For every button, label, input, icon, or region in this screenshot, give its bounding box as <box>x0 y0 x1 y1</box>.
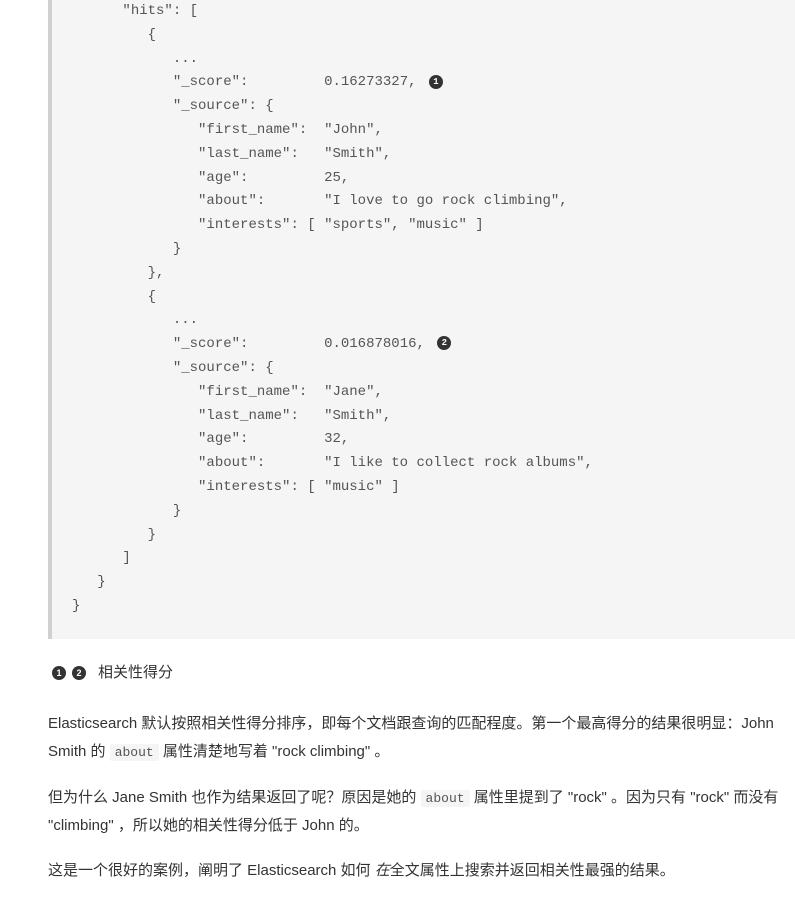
inline-code-about: about <box>421 790 470 807</box>
legend-text: 相关性得分 <box>98 659 173 687</box>
code-text: "Smith", <box>324 146 391 162</box>
code-text: "_score": <box>173 336 249 352</box>
code-block: "hits": [ { ... "_score": 0.16273327, 1 … <box>48 0 795 639</box>
callout-2-icon: 2 <box>72 666 86 680</box>
callout-2-icon: 2 <box>437 336 451 350</box>
code-text: "Smith", <box>324 408 391 424</box>
code-text: 0.16273327, <box>324 74 416 90</box>
paragraph-3: 这是一个很好的案例，阐明了 Elasticsearch 如何 在全文属性上搜索并… <box>48 857 785 885</box>
code-text: "first_name": <box>198 384 307 400</box>
callout-1-icon: 1 <box>429 75 443 89</box>
code-text: 0.016878016, <box>324 336 425 352</box>
text: 但为什么 Jane Smith 也作为结果返回了呢？原因是她的 <box>48 789 421 806</box>
code-text: [ "sports", "music" ] <box>307 217 483 233</box>
code-text: "_score": <box>173 74 249 90</box>
code-text: "John", <box>324 122 383 138</box>
code-text: "interests": <box>198 479 299 495</box>
text: 属性清楚地写着 "rock climbing" 。 <box>159 743 390 760</box>
code-text: "age": <box>198 431 248 447</box>
code-text: "about": <box>198 455 265 471</box>
code-text: "about": <box>198 193 265 209</box>
italic-text: 在 <box>375 862 390 879</box>
code-text: "Jane", <box>324 384 383 400</box>
code-text: ... <box>173 312 198 328</box>
code-text: "hits": [ <box>122 3 198 19</box>
code-text: "interests": <box>198 217 299 233</box>
code-text: "_source": { <box>173 360 274 376</box>
paragraph-1: Elasticsearch 默认按照相关性得分排序，即每个文档跟查询的匹配程度。… <box>48 710 785 766</box>
code-text: "last_name": <box>198 408 299 424</box>
code-text: 25, <box>324 170 349 186</box>
code-text: "I love to go rock climbing", <box>324 193 568 209</box>
code-text: [ "music" ] <box>307 479 399 495</box>
code-text: "_source": { <box>173 98 274 114</box>
code-text: "I like to collect rock albums", <box>324 455 593 471</box>
callout-legend: 1 2 相关性得分 <box>48 659 785 687</box>
code-text: "last_name": <box>198 146 299 162</box>
text: 这是一个很好的案例，阐明了 Elasticsearch 如何 <box>48 862 375 879</box>
code-text: ... <box>173 51 198 67</box>
callout-1-icon: 1 <box>52 666 66 680</box>
paragraph-2: 但为什么 Jane Smith 也作为结果返回了呢？原因是她的 about 属性… <box>48 784 785 840</box>
inline-code-about: about <box>110 744 159 761</box>
text: 全文属性上搜索并返回相关性最强的结果。 <box>390 862 675 879</box>
code-text: "age": <box>198 170 248 186</box>
content-area: 1 2 相关性得分 Elasticsearch 默认按照相关性得分排序，即每个文… <box>0 639 795 913</box>
code-text: 32, <box>324 431 349 447</box>
code-text: "first_name": <box>198 122 307 138</box>
